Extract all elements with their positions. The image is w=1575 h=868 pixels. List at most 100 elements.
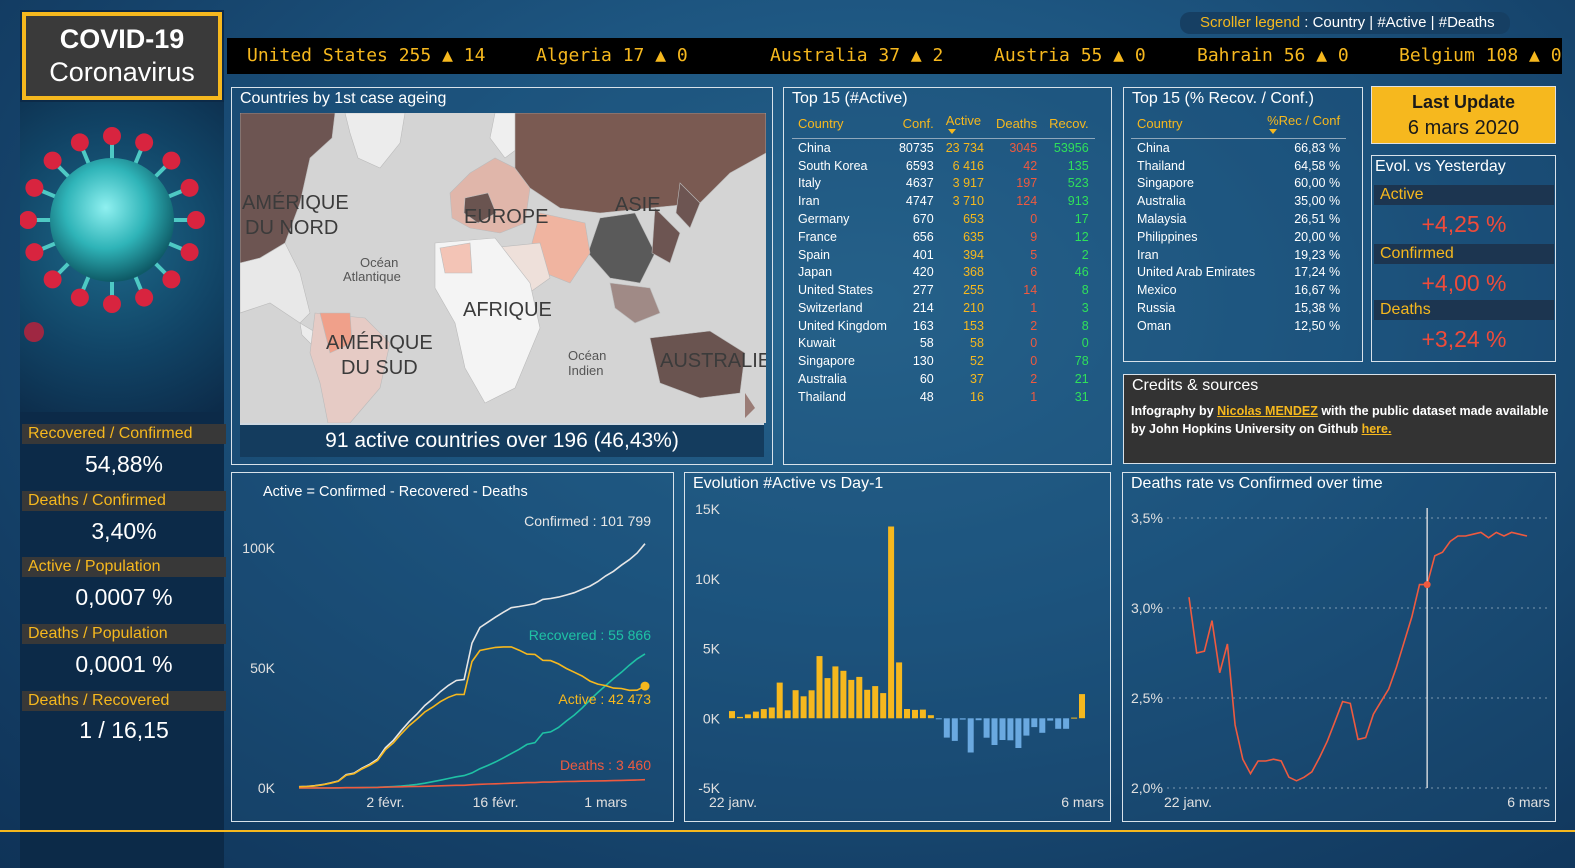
cell-rec-pct: 26,51 % bbox=[1294, 212, 1341, 227]
table-row[interactable]: Singapore 60,00 % bbox=[1131, 175, 1346, 193]
bar bbox=[792, 690, 799, 719]
table-row[interactable]: Kuwait 58 58 0 0 bbox=[792, 335, 1095, 353]
cell-active: 3 917 bbox=[952, 176, 984, 191]
label-atlantic-2: Atlantique bbox=[343, 269, 401, 284]
world-map[interactable]: AMÉRIQUE DU NORD EUROPE ASIE Océan Atlan… bbox=[240, 113, 766, 423]
table-row[interactable]: Mexico 16,67 % bbox=[1131, 281, 1346, 299]
virus-spike-head bbox=[70, 133, 89, 152]
bar bbox=[864, 689, 871, 719]
cell-active: 58 bbox=[970, 336, 984, 351]
bar bbox=[896, 662, 903, 719]
cumulative-chart[interactable]: Active = Confirmed - Recovered - Deaths 0… bbox=[231, 472, 674, 822]
bar bbox=[880, 693, 887, 719]
cell-country: China bbox=[1137, 140, 1170, 155]
bar bbox=[1055, 718, 1062, 729]
cell-deaths: 2 bbox=[1030, 372, 1038, 387]
virus-spike-head bbox=[103, 127, 121, 145]
cell-deaths: 6 bbox=[1030, 265, 1038, 280]
table-row[interactable]: United Arab Emirates 17,24 % bbox=[1131, 263, 1346, 281]
table-row[interactable]: Oman 12,50 % bbox=[1131, 317, 1346, 335]
top15-recov-table: Country %Rec / Conf China 66,83 % Thailand… bbox=[1131, 110, 1347, 335]
table-row[interactable]: France 656 635 9 12 bbox=[792, 228, 1095, 246]
cell-country: Japan bbox=[798, 265, 833, 280]
scroller-legend: Scroller legend : Country | #Active | #D… bbox=[1180, 12, 1510, 34]
table-row[interactable]: Iran 19,23 % bbox=[1131, 246, 1346, 264]
cell-active: 52 bbox=[970, 354, 984, 369]
bar bbox=[840, 670, 847, 719]
cell-country: Iran bbox=[1137, 247, 1159, 262]
table-row[interactable]: United States 277 255 14 8 bbox=[792, 281, 1095, 299]
series-label-deaths: Deaths : 3 460 bbox=[560, 757, 651, 773]
kpi-label: Deaths / Confirmed bbox=[22, 491, 226, 511]
bar bbox=[904, 709, 910, 719]
cell-recov: 31 bbox=[1074, 389, 1089, 404]
cell-conf: 163 bbox=[912, 318, 934, 333]
table-row[interactable]: Thailand 48 16 1 31 bbox=[792, 388, 1095, 406]
table-row[interactable]: China 80735 23 734 3045 53956 bbox=[792, 139, 1095, 157]
col-deaths[interactable]: Deaths bbox=[989, 110, 1044, 139]
table-row[interactable]: Australia 35,00 % bbox=[1131, 192, 1346, 210]
cell-active: 394 bbox=[963, 247, 984, 262]
y-tick-label: 15K bbox=[695, 501, 721, 517]
table-row[interactable]: Malaysia 26,51 % bbox=[1131, 210, 1346, 228]
kpi-value: 1 / 16,15 bbox=[79, 717, 169, 743]
virus-spike-head bbox=[180, 178, 199, 197]
top15-active-table: Country Conf. Active Deaths Recov. China… bbox=[792, 110, 1095, 406]
col-country[interactable]: Country bbox=[1131, 110, 1262, 139]
github-link[interactable]: here. bbox=[1362, 422, 1392, 436]
series-line-deaths bbox=[299, 778, 646, 789]
bar bbox=[1063, 718, 1070, 729]
table-row[interactable]: Russia 15,38 % bbox=[1131, 299, 1346, 317]
col-rec-conf[interactable]: %Rec / Conf bbox=[1261, 110, 1347, 139]
cell-deaths: 124 bbox=[1016, 194, 1038, 209]
col-conf[interactable]: Conf. bbox=[892, 110, 940, 139]
cell-country: Germany bbox=[798, 212, 850, 227]
death-rate-chart[interactable]: 2,0% 2,5% 3,0% 3,5% 22 janv. 6 mars bbox=[1122, 472, 1556, 822]
bottom-divider bbox=[0, 830, 1575, 832]
active-countries-summary: 91 active countries over 196 (46,43%) bbox=[240, 423, 764, 457]
table-row[interactable]: Australia 60 37 2 21 bbox=[792, 370, 1095, 388]
table-row[interactable]: Iran 4747 3 710 124 913 bbox=[792, 192, 1095, 210]
author-link[interactable]: Nicolas MENDEZ bbox=[1217, 404, 1318, 418]
y-tick-label: 100K bbox=[242, 540, 275, 556]
bar bbox=[991, 718, 998, 745]
cell-deaths: 1 bbox=[1030, 300, 1038, 315]
credits-prefix: Infography by bbox=[1131, 404, 1218, 418]
table-row[interactable]: Thailand 64,58 % bbox=[1131, 157, 1346, 175]
cell-rec-pct: 35,00 % bbox=[1294, 194, 1341, 209]
col-recov[interactable]: Recov. bbox=[1043, 110, 1095, 139]
evol-active-label: Active bbox=[1374, 185, 1554, 205]
bar bbox=[983, 718, 990, 738]
table-row[interactable]: Singapore 130 52 0 78 bbox=[792, 352, 1095, 370]
table-row[interactable]: Spain 401 394 5 2 bbox=[792, 246, 1095, 264]
series-label-active: Active : 42 473 bbox=[558, 691, 651, 707]
virus-spike-head bbox=[135, 133, 154, 152]
evol-deaths-value: +3,24 % bbox=[1421, 326, 1507, 352]
credits-text: Infography by Nicolas MENDEZ with the pu… bbox=[1131, 402, 1551, 438]
sort-desc-icon bbox=[1269, 129, 1278, 134]
bar bbox=[729, 711, 735, 719]
col-country[interactable]: Country bbox=[792, 110, 893, 139]
col-active[interactable]: Active bbox=[939, 110, 990, 139]
table-row[interactable]: Philippines 20,00 % bbox=[1131, 228, 1346, 246]
y-tick-label: 50K bbox=[250, 660, 276, 676]
table-row[interactable]: Italy 4637 3 917 197 523 bbox=[792, 175, 1095, 193]
table-row[interactable]: Germany 670 653 0 17 bbox=[792, 210, 1095, 228]
virus-image bbox=[20, 102, 224, 412]
logo-subtitle: Coronavirus bbox=[49, 57, 195, 87]
table-row[interactable]: United Kingdom 163 153 2 8 bbox=[792, 317, 1095, 335]
cell-conf: 277 bbox=[912, 283, 934, 298]
table-row[interactable]: Switzerland 214 210 1 3 bbox=[792, 299, 1095, 317]
scroller-ticker: United States 255 ▲ 14 Algeria 17 ▲ 0 Au… bbox=[227, 38, 1562, 74]
table-row[interactable]: China 66,83 % bbox=[1131, 139, 1346, 157]
ticker-item: United States 255 ▲ 14 bbox=[247, 45, 486, 66]
kpi-label: Deaths / Recovered bbox=[22, 691, 226, 711]
cell-recov: 8 bbox=[1081, 318, 1089, 333]
bar bbox=[856, 676, 863, 719]
table-row[interactable]: Japan 420 368 6 46 bbox=[792, 263, 1095, 281]
table-row[interactable]: South Korea 6593 6 416 42 135 bbox=[792, 157, 1095, 175]
kpi-label: Deaths / Population bbox=[22, 624, 226, 644]
cell-country: Italy bbox=[798, 176, 821, 191]
daily-active-chart[interactable]: -5K0K5K10K15K22 janv. 6 mars bbox=[684, 472, 1111, 822]
cell-country: Philippines bbox=[1137, 229, 1198, 244]
